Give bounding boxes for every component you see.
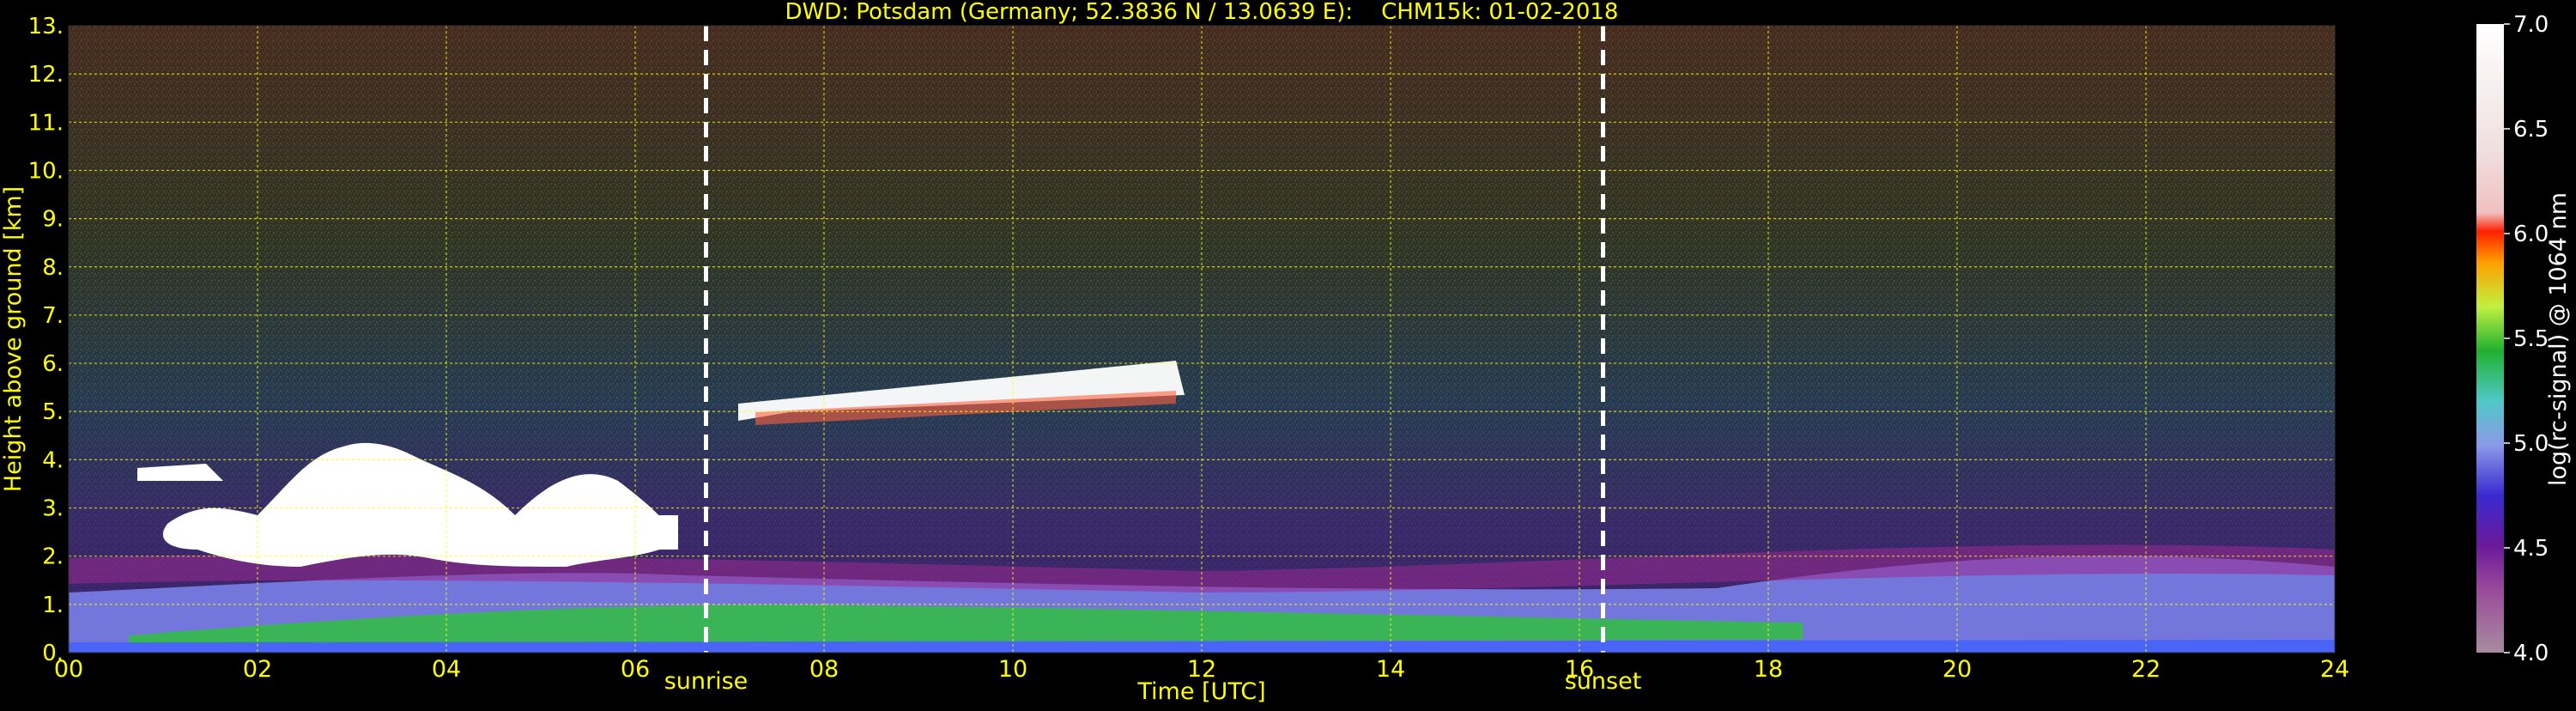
y-tick-label: 8. xyxy=(42,255,64,281)
y-tick-label: 7. xyxy=(42,303,64,329)
y-tick-label: 9. xyxy=(42,207,64,233)
x-axis-label: Time [UTC] xyxy=(1136,678,1265,705)
colorbar-tick-label: 6.5 xyxy=(2513,117,2549,143)
chart-title: DWD: Potsdam (Germany; 52.3836 N / 13.06… xyxy=(785,0,1619,25)
x-tick-label: 08 xyxy=(809,656,839,683)
y-tick-label: 12. xyxy=(28,62,64,88)
colorbar-label: log(rc-signal) @ 1064 nm xyxy=(2545,192,2572,486)
y-tick-label: 5. xyxy=(42,399,64,425)
x-tick-label: 00 xyxy=(54,656,83,683)
y-tick-label: 11. xyxy=(28,110,64,136)
sunrise-label: sunrise xyxy=(664,668,749,695)
x-tick-label: 10 xyxy=(998,656,1027,683)
colorbar-tick-label: 7.0 xyxy=(2513,12,2549,38)
x-tick-label: 20 xyxy=(1943,656,1972,683)
colorbar xyxy=(2476,24,2504,653)
x-tick-label: 18 xyxy=(1754,656,1783,683)
y-tick-labels: 0.1.2.3.4.5.6.7.8.9.10.11.12.13. xyxy=(28,14,64,666)
x-tick-label: 22 xyxy=(2131,656,2161,683)
x-tick-label: 24 xyxy=(2320,656,2349,683)
colorbar-tick-label: 5.0 xyxy=(2513,431,2549,457)
x-tick-label: 16 xyxy=(1565,656,1594,683)
x-tick-label: 04 xyxy=(432,656,461,683)
x-tick-label: 06 xyxy=(621,656,650,683)
y-tick-label: 10. xyxy=(28,158,64,184)
y-tick-label: 3. xyxy=(42,496,64,522)
colorbar-ticks: 4.0 4.5 5.0 5.5 6.0 6.5 7.0 xyxy=(2504,12,2549,666)
colorbar-tick-label: 5.5 xyxy=(2513,326,2549,352)
x-tick-label: 02 xyxy=(243,656,272,683)
y-tick-label: 4. xyxy=(42,447,64,473)
lidar-chart: sunrise sunset 0. 1. 2. 3. 4. 5. 6. 7. 8. 9. 10. 11.… xyxy=(0,0,2576,708)
y-tick-label: 13. xyxy=(28,14,64,40)
colorbar-tick-label: 4.0 xyxy=(2513,641,2549,666)
y-axis-label: Height above ground [km] xyxy=(0,186,27,492)
y-tick-label: 2. xyxy=(42,544,64,570)
colorbar-tick-label: 4.5 xyxy=(2513,536,2549,562)
colorbar-tick-label: 6.0 xyxy=(2513,222,2549,247)
x-tick-label: 14 xyxy=(1376,656,1405,683)
chart-svg: sunrise sunset 0.1.2.3.4.5.6.7.8.9.10.11.… xyxy=(0,0,2572,705)
y-tick-label: 6. xyxy=(42,351,64,377)
y-tick-label: 1. xyxy=(42,592,64,618)
